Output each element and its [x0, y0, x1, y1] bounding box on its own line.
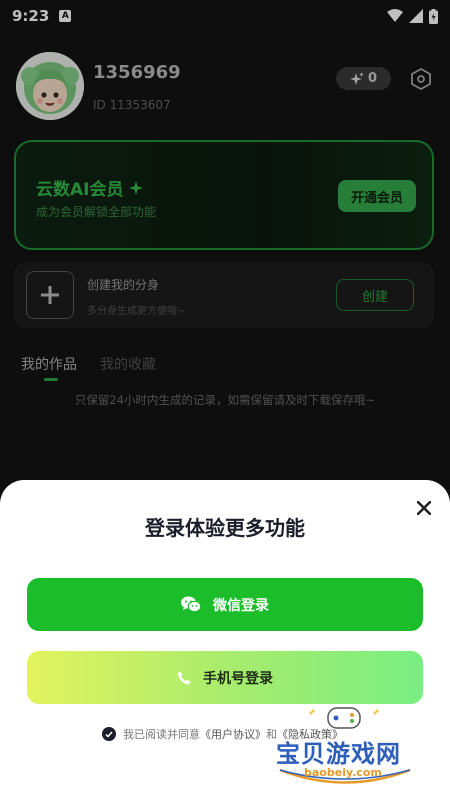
user-agreement-link[interactable]: 《用户协议》: [200, 728, 266, 741]
phone-icon: [177, 671, 191, 684]
agreement-checkbox[interactable]: [102, 727, 116, 741]
watermark-text: 宝贝游戏网: [276, 740, 401, 768]
wechat-login-button[interactable]: 微信登录: [27, 578, 423, 631]
phone-login-button[interactable]: 手机号登录: [27, 651, 423, 704]
checkmark-icon: [105, 731, 113, 738]
wechat-login-label: 微信登录: [213, 597, 269, 614]
login-title: 登录体验更多功能: [145, 516, 305, 540]
watermark-domain: baobeiy.com: [304, 766, 382, 779]
watermark: 宝贝游戏网 baobeiy.com: [270, 700, 420, 792]
wechat-icon: [181, 596, 201, 613]
agreement-prefix: 我已阅读并同意: [123, 728, 200, 741]
phone-login-label: 手机号登录: [203, 670, 273, 687]
